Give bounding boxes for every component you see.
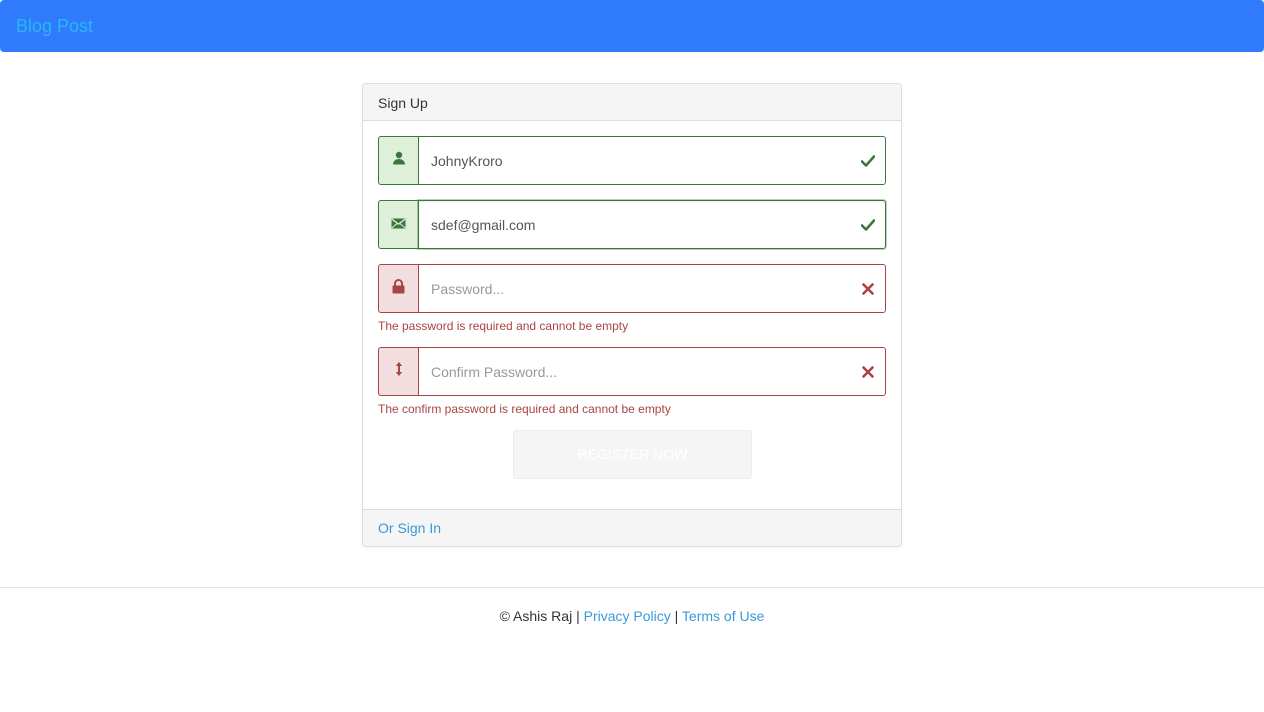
password-error: The password is required and cannot be e… (378, 319, 629, 333)
top-navbar: Blog Post (0, 0, 1264, 52)
envelope-icon (391, 216, 406, 234)
email-input[interactable] (431, 216, 851, 233)
panel-heading: Sign Up (363, 84, 901, 121)
resize-vertical-icon (395, 361, 403, 382)
page-footer: © Ashis Raj | Privacy Policy | Terms of … (0, 607, 1264, 625)
username-addon (378, 136, 418, 185)
password-input[interactable] (431, 280, 851, 297)
confirm-password-field-box (418, 347, 886, 396)
user-icon (392, 151, 406, 170)
email-field-box (418, 200, 886, 249)
footer-divider (0, 587, 1264, 588)
signup-panel: Sign Up JohnyKroro sdef@gmail.com The pa… (362, 83, 902, 547)
panel-footer: Or Sign In (363, 509, 901, 546)
email-addon (378, 200, 418, 249)
confirm-password-error: The confirm password is required and can… (378, 402, 671, 416)
brand-link[interactable]: Blog Post (16, 15, 93, 37)
username-input[interactable] (431, 152, 851, 169)
register-now-button[interactable]: REGISTER NOW (513, 430, 752, 479)
confirm-password-addon (378, 347, 418, 396)
cross-icon (859, 363, 877, 381)
copyright-text: © Ashis Raj (499, 608, 573, 624)
privacy-policy-link[interactable]: Privacy Policy (584, 608, 671, 624)
password-field-box (418, 264, 886, 313)
username-field-box (418, 136, 886, 185)
cross-icon (859, 280, 877, 298)
username-group (378, 136, 886, 185)
footer-separator: | (576, 608, 580, 624)
lock-icon (392, 278, 405, 299)
password-addon (378, 264, 418, 313)
password-group (378, 264, 886, 313)
sign-in-link[interactable]: Or Sign In (378, 520, 441, 536)
check-icon (859, 152, 877, 170)
terms-of-use-link[interactable]: Terms of Use (682, 608, 764, 624)
check-icon (859, 216, 877, 234)
confirm-password-input[interactable] (431, 363, 851, 380)
email-group (378, 200, 886, 249)
footer-separator: | (674, 608, 679, 624)
confirm-password-group (378, 347, 886, 396)
